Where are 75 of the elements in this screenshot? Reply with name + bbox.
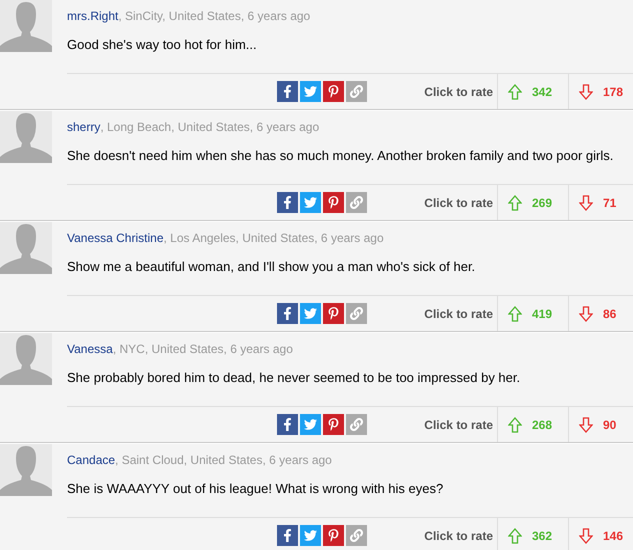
author-link[interactable]: Vanessa (67, 342, 113, 356)
upvote-button[interactable]: 342 (497, 74, 568, 109)
facebook-share-button[interactable] (277, 192, 298, 213)
down-arrow-icon (579, 194, 593, 210)
down-arrow-icon (579, 84, 593, 100)
bird-logo-icon (304, 529, 317, 542)
pinterest-logo-icon (327, 196, 340, 209)
pinterest-share-button[interactable] (323, 303, 344, 324)
comment-meta: , Saint Cloud, United States, 6 years ago (115, 453, 332, 467)
pinterest-share-button[interactable] (323, 81, 344, 102)
rate-label: Click to rate (424, 306, 494, 320)
downvote-button[interactable]: 178 (568, 74, 633, 109)
rate-label: Click to rate (424, 528, 494, 542)
comment-text: Good she's way too hot for him... (67, 37, 258, 54)
pinterest-share-button[interactable] (323, 414, 344, 435)
link-icon (350, 529, 363, 542)
up-arrow-icon (508, 416, 522, 432)
downvote-button[interactable]: 86 (568, 296, 633, 331)
author-link[interactable]: mrs.Right (67, 9, 118, 23)
facebook-logo-icon (281, 196, 294, 209)
twitter-share-button[interactable] (300, 525, 321, 546)
link-icon (350, 307, 363, 320)
link-icon (350, 85, 363, 98)
author-link[interactable]: Vanessa Christine (67, 231, 164, 245)
comment-text: She doesn't need him when she has so much money. Another broken family and two poor girls. (67, 148, 614, 165)
twitter-share-button[interactable] (300, 192, 321, 213)
author-link[interactable]: Candace (67, 453, 116, 467)
comment-meta: , NYC, United States, 6 years ago (112, 342, 293, 356)
pinterest-share-button[interactable] (323, 192, 344, 213)
upvote-button[interactable]: 419 (497, 296, 568, 331)
rate-label: Click to rate (424, 196, 494, 210)
downvote-button[interactable]: 90 (568, 407, 633, 442)
comment-text: She is WAAAYYY out of his league! What is wrong with his eyes? (67, 481, 444, 498)
author-link[interactable]: sherry (67, 120, 100, 134)
up-arrow-icon (508, 194, 522, 210)
up-arrow-icon (508, 306, 522, 322)
facebook-logo-icon (281, 85, 294, 98)
bird-logo-icon (304, 85, 317, 98)
upvote-button[interactable]: 268 (497, 407, 568, 442)
downvote-button[interactable]: 146 (568, 518, 633, 550)
comment-text: She probably bored him to dead, he never seemed to be too impressed by her. (67, 370, 522, 387)
up-arrow-icon (508, 84, 522, 100)
pinterest-logo-icon (327, 307, 340, 320)
pinterest-logo-icon (327, 529, 340, 542)
facebook-share-button[interactable] (277, 81, 298, 102)
comment-meta: , Los Angeles, United States, 6 years ago (164, 231, 384, 245)
twitter-share-button[interactable] (300, 414, 321, 435)
pinterest-logo-icon (327, 418, 340, 431)
bird-logo-icon (304, 418, 317, 431)
upvote-button[interactable]: 269 (497, 185, 568, 220)
down-arrow-icon (579, 416, 593, 432)
up-arrow-icon (508, 528, 522, 544)
link-icon (350, 418, 363, 431)
pinterest-logo-icon (327, 85, 340, 98)
facebook-logo-icon (281, 529, 294, 542)
comment-meta: , SinCity, United States, 6 years ago (118, 9, 310, 23)
comment-text: Show me a beautiful woman, and I'll show you a man who's sick of her. (67, 259, 476, 276)
bird-logo-icon (304, 307, 317, 320)
twitter-share-button[interactable] (300, 81, 321, 102)
facebook-share-button[interactable] (277, 303, 298, 324)
facebook-logo-icon (281, 418, 294, 431)
bird-logo-icon (304, 196, 317, 209)
facebook-logo-icon (281, 307, 294, 320)
rate-label: Click to rate (424, 84, 494, 98)
link-icon (350, 196, 363, 209)
rate-label: Click to rate (424, 418, 494, 432)
facebook-share-button[interactable] (277, 525, 298, 546)
twitter-share-button[interactable] (300, 303, 321, 324)
down-arrow-icon (579, 528, 593, 544)
pinterest-share-button[interactable] (323, 525, 344, 546)
facebook-share-button[interactable] (277, 414, 298, 435)
comment-meta: , Long Beach, United States, 6 years ago (100, 120, 320, 134)
upvote-button[interactable]: 362 (497, 518, 568, 550)
downvote-button[interactable]: 71 (568, 185, 633, 220)
down-arrow-icon (579, 306, 593, 322)
